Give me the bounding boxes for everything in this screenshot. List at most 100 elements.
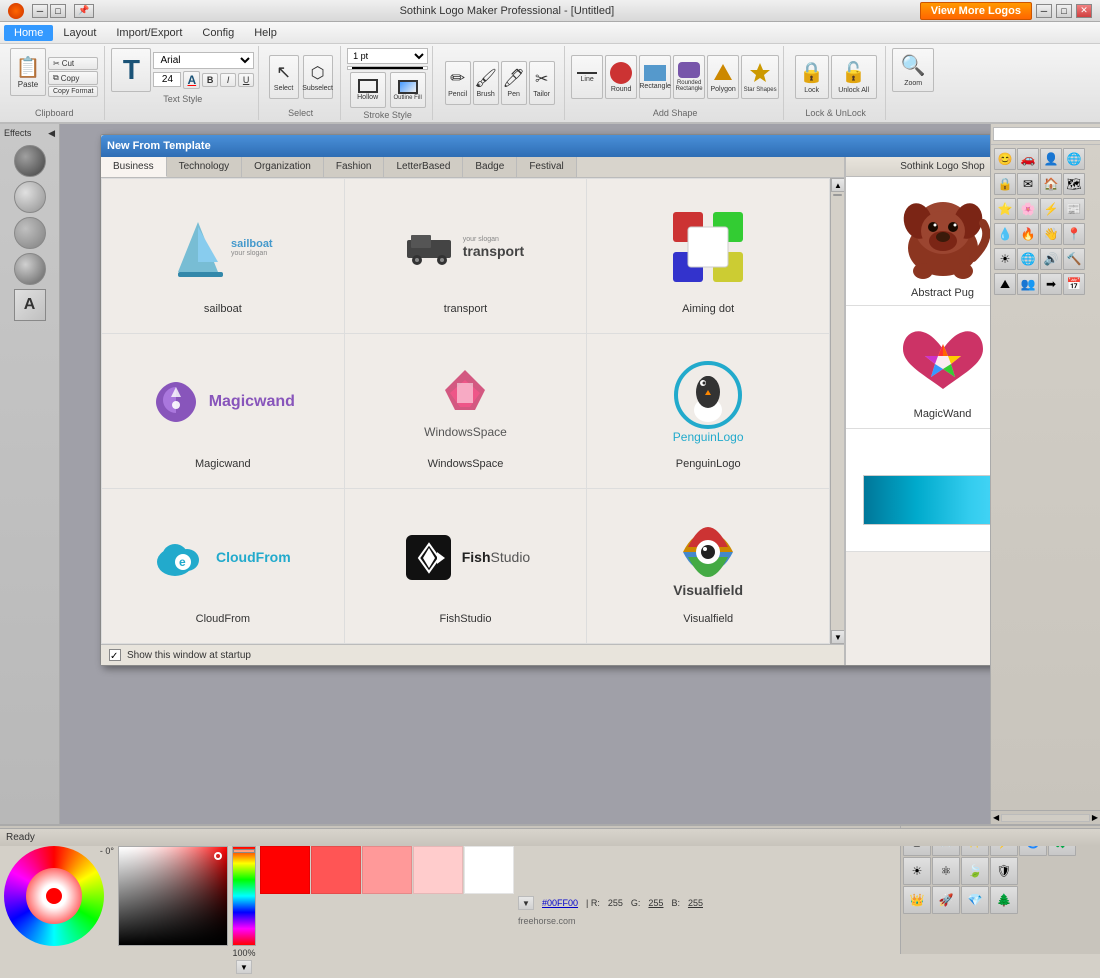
- right-scroll-left[interactable]: ◀: [991, 811, 1001, 824]
- hammer-icon[interactable]: 🔨: [1063, 248, 1085, 270]
- swatch-light-red[interactable]: [311, 846, 361, 894]
- globe-icon[interactable]: 🌐: [1063, 148, 1085, 170]
- menu-layout[interactable]: Layout: [53, 25, 106, 41]
- swatch-white[interactable]: [464, 846, 514, 894]
- copy-format-button[interactable]: Copy Format: [48, 86, 98, 97]
- view-more-logos-btn[interactable]: View More Logos: [920, 2, 1032, 20]
- logo-aiming-dot[interactable]: Aiming dot: [587, 179, 830, 334]
- sun-icon[interactable]: ☀: [994, 248, 1016, 270]
- outline-fill-button[interactable]: Outline Fill: [390, 72, 426, 108]
- text-effect[interactable]: A: [14, 289, 46, 321]
- logo-magicwand[interactable]: Magicwand Magicwand: [102, 334, 345, 489]
- people-icon[interactable]: 👥: [1017, 273, 1039, 295]
- underline-button[interactable]: U: [238, 73, 254, 87]
- minimize-btn[interactable]: ─: [32, 4, 48, 18]
- pin-btn[interactable]: 📌: [74, 4, 94, 18]
- hollow-button[interactable]: Hollow: [350, 72, 386, 108]
- swatch-lighter-red[interactable]: [362, 846, 412, 894]
- logo-fishstudio[interactable]: FishStudio FishStudio: [345, 489, 588, 644]
- scroll-thumb[interactable]: [833, 194, 842, 196]
- bottom-leaf-icon[interactable]: 🍃: [961, 857, 989, 885]
- hex-value[interactable]: #00FF00: [542, 898, 578, 908]
- bold-button[interactable]: B: [202, 73, 218, 87]
- add-text-button[interactable]: T: [111, 48, 151, 92]
- rounded-rectangle-button[interactable]: Rounded Rectangle: [673, 55, 705, 99]
- bottom-tree-icon[interactable]: 🌲: [990, 886, 1018, 914]
- color-wheel[interactable]: [4, 846, 104, 946]
- pin-icon[interactable]: 📍: [1063, 223, 1085, 245]
- hand-icon[interactable]: 👋: [1040, 223, 1062, 245]
- lock-button[interactable]: 🔒 Lock: [795, 55, 829, 99]
- shop-item-magicwand[interactable]: $29: [846, 306, 990, 429]
- unlock-button[interactable]: 🔓 Unlock All: [831, 55, 877, 99]
- right-search-input[interactable]: [993, 127, 1100, 141]
- logo-penguinlogo[interactable]: PenguinLogo PenguinLogo: [587, 334, 830, 489]
- pencil-button[interactable]: ✏ Pencil: [445, 61, 471, 105]
- pen-button[interactable]: 🖊 Pen: [501, 61, 527, 105]
- logo-sailboat[interactable]: sailboat your slogan sailboat: [102, 179, 345, 334]
- bottom-atom-icon[interactable]: ⚛: [932, 857, 960, 885]
- restore-btn[interactable]: □: [50, 4, 66, 18]
- tab-badge[interactable]: Badge: [463, 157, 517, 177]
- brush-button[interactable]: 🖌 Brush: [473, 61, 499, 105]
- lock2-icon[interactable]: 🔒: [994, 173, 1016, 195]
- tab-festival[interactable]: Festival: [517, 157, 576, 177]
- shop-item-gradient[interactable]: $19: [846, 429, 990, 552]
- polygon-button[interactable]: Polygon: [707, 55, 739, 99]
- arrow-icon[interactable]: ➡: [1040, 273, 1062, 295]
- logo-visualfield[interactable]: Visualfield Visualfield: [587, 489, 830, 644]
- star-button[interactable]: Star Shapes: [741, 55, 779, 99]
- font-size-input[interactable]: [153, 72, 181, 87]
- tab-organization[interactable]: Organization: [242, 157, 324, 177]
- hue-dropdown[interactable]: ▼: [236, 960, 252, 974]
- window-minimize-btn[interactable]: ─: [1036, 4, 1052, 18]
- tab-business[interactable]: Business: [101, 157, 167, 177]
- color-indicator[interactable]: A: [183, 71, 200, 89]
- bottom-sun2-icon[interactable]: ☀: [903, 857, 931, 885]
- shop-item-pug[interactable]: $29: [846, 177, 990, 306]
- tailor-button[interactable]: ✂ Tailor: [529, 61, 555, 105]
- effects-toggle[interactable]: ◀: [48, 128, 55, 139]
- menu-help[interactable]: Help: [244, 25, 287, 41]
- newspaper-icon[interactable]: 📰: [1063, 198, 1085, 220]
- calendar-icon[interactable]: 📅: [1063, 273, 1085, 295]
- shadow-effect[interactable]: [14, 145, 46, 177]
- blur-effect[interactable]: [14, 217, 46, 249]
- italic-button[interactable]: I: [220, 73, 236, 87]
- face-icon[interactable]: 😊: [994, 148, 1016, 170]
- round-button[interactable]: Round: [605, 55, 637, 99]
- paste-button[interactable]: 📋 Paste: [10, 48, 46, 96]
- drop-icon[interactable]: 💧: [994, 223, 1016, 245]
- letter-icon[interactable]: ✉: [1017, 173, 1039, 195]
- select-button[interactable]: ↖ Select: [269, 55, 299, 99]
- bottom-crown-icon[interactable]: 👑: [903, 886, 931, 914]
- font-select[interactable]: Arial: [153, 52, 254, 69]
- swatch-pale-red[interactable]: [413, 846, 463, 894]
- glow-effect[interactable]: [14, 181, 46, 213]
- tab-fashion[interactable]: Fashion: [324, 157, 385, 177]
- lightning-icon[interactable]: ⚡: [1040, 198, 1062, 220]
- stroke-width-select[interactable]: 1 pt: [347, 48, 428, 64]
- bottom-shield-icon[interactable]: 🛡: [990, 857, 1018, 885]
- rectangle-button[interactable]: Rectangle: [639, 55, 671, 99]
- canvas-area[interactable]: New From Template × Business Technology …: [60, 124, 990, 824]
- window-close-btn[interactable]: ✕: [1076, 4, 1092, 18]
- menu-home[interactable]: Home: [4, 25, 53, 41]
- person-icon[interactable]: 👤: [1040, 148, 1062, 170]
- color-dropdown-btn[interactable]: ▼: [518, 896, 534, 910]
- home-icon[interactable]: 🏠: [1040, 173, 1062, 195]
- logo-grid-scrollbar[interactable]: ▲ ▼: [830, 178, 844, 644]
- flower-icon[interactable]: 🌸: [1017, 198, 1039, 220]
- logo-windowsspace[interactable]: WindowsSpace WindowsSpace: [345, 334, 588, 489]
- scroll-down-btn[interactable]: ▼: [831, 630, 844, 644]
- scroll-up-btn[interactable]: ▲: [831, 178, 844, 192]
- sound-icon[interactable]: 🔊: [1040, 248, 1062, 270]
- menu-import-export[interactable]: Import/Export: [106, 25, 192, 41]
- web-icon[interactable]: 🌐: [1017, 248, 1039, 270]
- right-scroll-right[interactable]: ▶: [1090, 811, 1100, 824]
- tab-letterbased[interactable]: LetterBased: [384, 157, 463, 177]
- bottom-rocket-icon[interactable]: 🚀: [932, 886, 960, 914]
- swatch-red[interactable]: [260, 846, 310, 894]
- tab-technology[interactable]: Technology: [167, 157, 243, 177]
- startup-checkbox[interactable]: [109, 649, 121, 661]
